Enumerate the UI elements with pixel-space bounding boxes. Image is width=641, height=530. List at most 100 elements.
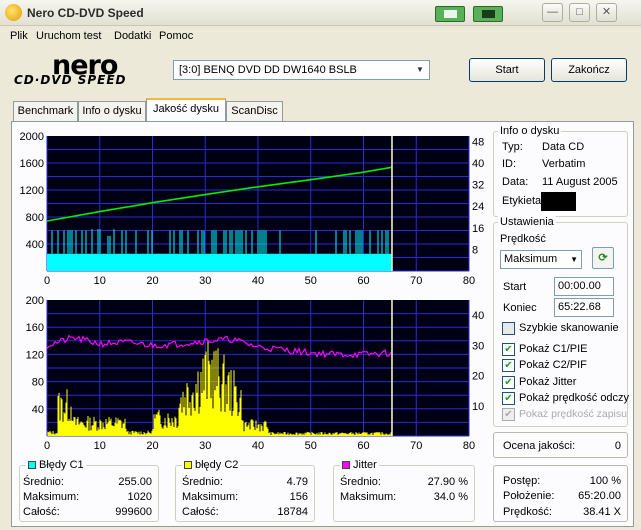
end-time-label: Koniec	[503, 302, 537, 314]
stat-value: 1020	[127, 491, 152, 503]
y-right-tick-label: 16	[472, 223, 484, 235]
tab-jakosc-dysku[interactable]: Jakość dysku	[146, 98, 226, 122]
start-time-field[interactable]: 00:00.00	[554, 277, 614, 296]
checkbox-label: Pokaż prędkość zapisu	[519, 408, 627, 420]
stat-value: 4.79	[286, 476, 308, 488]
c1-chart: 8 16 24 32 40 48 400 800 1200 1600 2000 0 10 20 30 40 50…	[20, 131, 485, 287]
report-icon[interactable]	[435, 6, 465, 22]
c1-error-area	[47, 253, 392, 271]
checkbox-label: Pokaż Jitter	[519, 376, 577, 388]
y-right-tick-label: 40	[472, 158, 484, 170]
y-right-tick-label: 48	[472, 136, 484, 148]
x-tick-label: 30	[199, 440, 211, 452]
speed-select[interactable]: Maksimum ▼	[500, 250, 582, 269]
stat-value: 34.0 %	[433, 491, 468, 503]
refresh-speed-icon[interactable]: ⟳	[592, 247, 614, 269]
nero-app-icon	[5, 4, 22, 21]
checkbox-label: Szybkie skanowanie	[519, 322, 619, 334]
chevron-down-icon[interactable]: ▼	[570, 251, 578, 268]
speed-label: Prędkość	[500, 233, 546, 245]
disc-label-label: Etykieta:	[502, 195, 545, 207]
c1-stats-title: Błędy C1	[39, 459, 84, 471]
minimize-button[interactable]: —	[542, 3, 563, 22]
x-tick-label: 20	[146, 275, 158, 287]
checkmark-icon: ✔	[502, 408, 515, 421]
close-button[interactable]: Zakończ	[551, 58, 627, 82]
progress-box: Postęp: 100 % Położenie: 65:20.00 Prędko…	[493, 465, 628, 522]
disc-type-value: Data CD	[542, 141, 585, 153]
stat-label: Całość:	[182, 506, 219, 518]
disc-id-value: Verbatim	[542, 158, 586, 170]
y-left-tick-label: 200	[26, 295, 44, 307]
tab-benchmark[interactable]: Benchmark	[13, 101, 78, 121]
y-right-tick-label: 20	[472, 371, 484, 383]
disc-date-value: 11 August 2005	[542, 176, 618, 188]
tab-scandisc[interactable]: ScanDisc	[226, 101, 283, 121]
x-tick-label: 50	[305, 440, 317, 452]
x-tick-label: 70	[410, 275, 422, 287]
checkmark-icon[interactable]: ✔	[502, 392, 515, 405]
x-tick-label: 0	[44, 275, 50, 287]
end-time-field[interactable]: 65:22.68	[554, 298, 614, 317]
x-tick-label: 70	[410, 440, 422, 452]
jitter-stats-group: Jitter Średnio: 27.90 % Maksimum: 34.0 %	[333, 459, 475, 522]
checkbox-label: Pokaż C2/PIF	[519, 359, 587, 371]
c2-stats-title: błędy C2	[195, 459, 239, 471]
y-left-tick-label: 800	[26, 212, 44, 224]
start-button[interactable]: Start	[469, 58, 545, 82]
stat-label: Średnio:	[23, 476, 64, 488]
x-tick-label: 30	[199, 275, 211, 287]
stat-value: 27.90 %	[427, 476, 468, 488]
disc-type-label: Typ:	[502, 141, 523, 153]
stat-value: 999600	[115, 506, 152, 518]
x-tick-label: 10	[94, 275, 106, 287]
jitter-stats-title: Jitter	[353, 459, 377, 471]
checkmark-icon[interactable]: ✔	[502, 359, 515, 372]
drive-select-value: [3:0] BENQ DVD DD DW1640 BSLB	[179, 64, 357, 76]
y-right-tick-label: 10	[472, 401, 484, 413]
progress-label: Postęp:	[503, 475, 541, 487]
y-right-tick-label: 24	[472, 201, 484, 213]
y-left-tick-label: 40	[32, 404, 44, 416]
menu-pomoc[interactable]: Pomoc	[159, 30, 193, 42]
drive-select[interactable]: [3:0] BENQ DVD DD DW1640 BSLB ▼	[173, 60, 430, 80]
quality-score-box: Ocena jakości: 0	[493, 432, 628, 458]
disc-date-label: Data:	[502, 176, 529, 188]
menu-uruchom-test[interactable]: Uruchom test	[36, 30, 101, 42]
y-right-tick-label: 8	[472, 244, 478, 256]
stat-label: Maksimum:	[23, 491, 80, 503]
x-tick-label: 40	[252, 440, 264, 452]
checkmark-icon[interactable]: ✔	[502, 376, 515, 389]
stat-label: Całość:	[23, 506, 60, 518]
speed-readout-label: Prędkość:	[503, 506, 552, 518]
speed-select-value: Maksimum	[504, 253, 558, 265]
title-bar: Nero CD-DVD Speed — □ ✕	[0, 0, 641, 26]
stat-value: 18784	[277, 506, 308, 518]
charts-area: 816243240484008001200160020000 10 20 30 40 50…	[20, 131, 485, 452]
y-right-tick-label: 40	[472, 310, 484, 322]
chevron-down-icon[interactable]: ▼	[412, 62, 428, 78]
close-window-button[interactable]: ✕	[596, 3, 617, 22]
quality-score-value: 0	[614, 440, 621, 452]
menu-dodatki[interactable]: Dodatki	[114, 30, 151, 42]
stat-value: 156	[289, 491, 308, 503]
save-icon[interactable]	[473, 6, 503, 22]
x-tick-label: 40	[252, 275, 264, 287]
stat-value: 255.00	[118, 476, 152, 488]
c1-stats-group: Błędy C1 Średnio: 255.00 Maksimum: 1020 …	[19, 459, 159, 522]
tab-info-o-dysku[interactable]: Info o dysku	[78, 101, 146, 121]
checkmark-icon[interactable]: ✔	[502, 343, 515, 356]
x-tick-label: 20	[146, 440, 158, 452]
stat-label: Maksimum:	[340, 491, 397, 503]
x-tick-label: 60	[357, 275, 369, 287]
checkbox-box[interactable]	[502, 322, 515, 335]
stat-label: Maksimum:	[182, 491, 239, 503]
c2-jitter-chart: 10 20 30 40 40 80 120 160 200 0 10 20 30 40 50 60 70 80	[26, 295, 485, 452]
position-label: Położenie:	[503, 490, 555, 502]
menu-plik[interactable]: Plik	[10, 30, 28, 42]
y-left-tick-label: 160	[26, 322, 44, 334]
maximize-button[interactable]: □	[569, 3, 590, 22]
speed-readout-value: 38.41 X	[583, 506, 621, 518]
x-tick-label: 0	[44, 440, 50, 452]
c1-swatch	[28, 461, 36, 470]
